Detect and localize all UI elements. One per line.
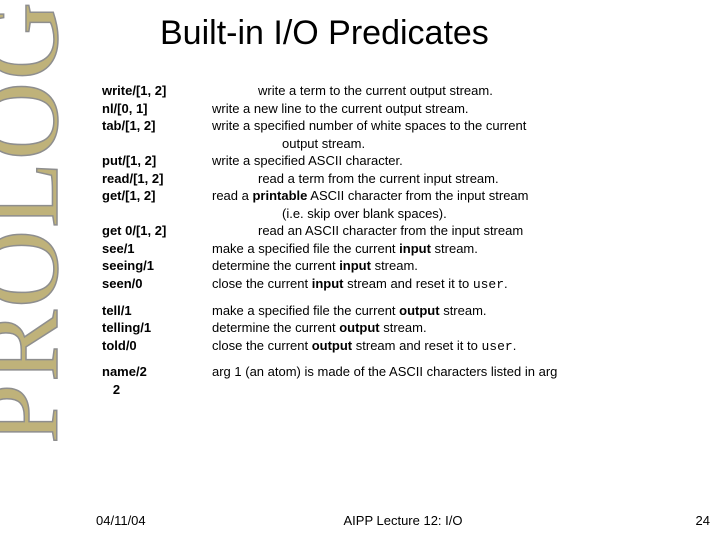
footer-date: 04/11/04: [96, 513, 146, 528]
predicate-name: tab/[1, 2]: [102, 117, 212, 152]
predicate-name: put/[1, 2]: [102, 152, 212, 170]
predicate-desc: write a new line to the current output s…: [212, 100, 712, 118]
side-prolog-word: PROLOG: [0, 0, 56, 540]
predicate-name: get 0/[1, 2]: [102, 222, 212, 240]
predicate-desc: read a term from the current input strea…: [212, 170, 712, 188]
predicate-name: seeing/1: [102, 257, 212, 275]
predicate-desc: determine the current output stream.: [212, 319, 712, 337]
footer-page: 24: [696, 513, 710, 528]
predicate-table: write/[1, 2]write a term to the current …: [102, 82, 712, 398]
predicate-desc: [212, 381, 712, 399]
predicate-name: see/1: [102, 240, 212, 258]
predicate-row: tell/1make a specified file the current …: [102, 302, 712, 320]
predicate-name: told/0: [102, 337, 212, 356]
predicate-desc: write a specified ASCII character.: [212, 152, 712, 170]
predicate-row: get 0/[1, 2]read an ASCII character from…: [102, 222, 712, 240]
predicate-row: name/2arg 1 (an atom) is made of the ASC…: [102, 363, 712, 381]
slide-footer: 04/11/04 AIPP Lecture 12: I/O 24: [96, 513, 710, 528]
predicate-row: get/[1, 2]read a printable ASCII charact…: [102, 187, 712, 222]
predicate-row: read/[1, 2]read a term from the current …: [102, 170, 712, 188]
predicate-row: see/1make a specified file the current i…: [102, 240, 712, 258]
predicate-name: tell/1: [102, 302, 212, 320]
predicate-desc: close the current input stream and reset…: [212, 275, 712, 294]
predicate-row: telling/1determine the current output st…: [102, 319, 712, 337]
footer-lecture: AIPP Lecture 12: I/O: [344, 513, 463, 528]
predicate-name: get/[1, 2]: [102, 187, 212, 222]
predicate-desc: write a specified number of white spaces…: [212, 117, 712, 152]
predicate-name: read/[1, 2]: [102, 170, 212, 188]
predicate-desc: write a term to the current output strea…: [212, 82, 712, 100]
predicate-row: nl/[0, 1]write a new line to the current…: [102, 100, 712, 118]
side-prolog-text: PROLOG: [0, 0, 84, 444]
predicate-row: told/0close the current output stream an…: [102, 337, 712, 356]
predicate-desc: make a specified file the current input …: [212, 240, 712, 258]
predicate-name: nl/[0, 1]: [102, 100, 212, 118]
predicate-desc: arg 1 (an atom) is made of the ASCII cha…: [212, 363, 712, 381]
predicate-row: seeing/1determine the current input stre…: [102, 257, 712, 275]
predicate-row: put/[1, 2]write a specified ASCII charac…: [102, 152, 712, 170]
predicate-desc: make a specified file the current output…: [212, 302, 712, 320]
predicate-row: 2: [102, 381, 712, 399]
predicate-name: name/2: [102, 363, 212, 381]
slide-title: Built-in I/O Predicates: [160, 14, 489, 53]
predicate-row: write/[1, 2]write a term to the current …: [102, 82, 712, 100]
predicate-desc: determine the current input stream.: [212, 257, 712, 275]
predicate-row: tab/[1, 2]write a specified number of wh…: [102, 117, 712, 152]
predicate-desc: close the current output stream and rese…: [212, 337, 712, 356]
predicate-desc: read an ASCII character from the input s…: [212, 222, 712, 240]
predicate-name: seen/0: [102, 275, 212, 294]
predicate-name: 2: [102, 381, 212, 399]
predicate-desc: read a printable ASCII character from th…: [212, 187, 712, 222]
predicate-name: write/[1, 2]: [102, 82, 212, 100]
predicate-row: seen/0close the current input stream and…: [102, 275, 712, 294]
predicate-name: telling/1: [102, 319, 212, 337]
